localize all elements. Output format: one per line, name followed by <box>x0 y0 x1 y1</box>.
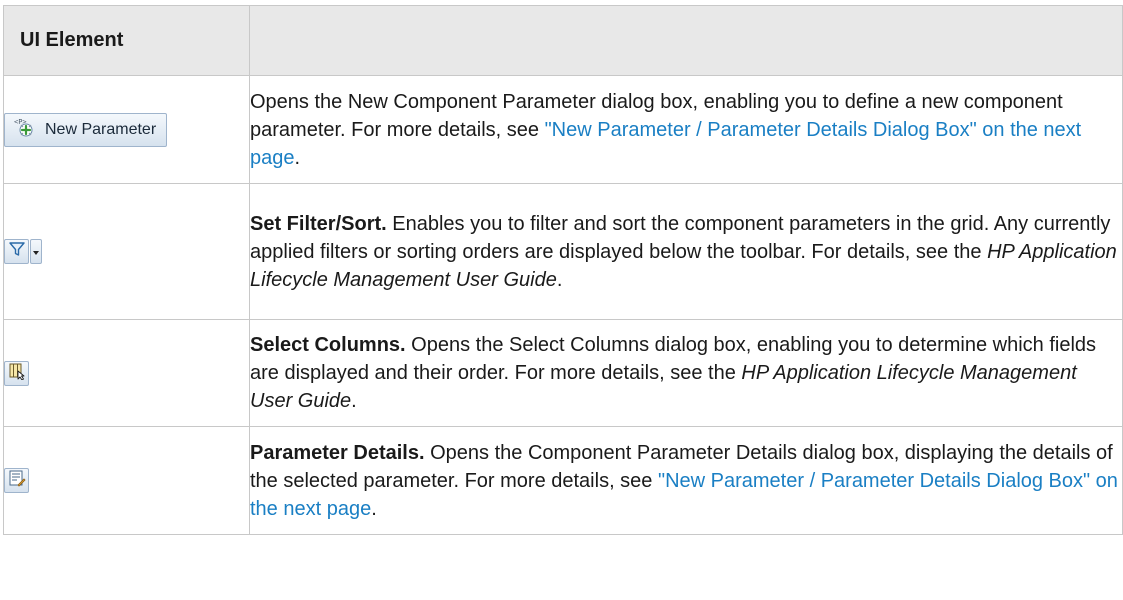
ui-element-table: UI Element <P> New Parameter Opens the N… <box>3 5 1123 535</box>
new-parameter-label: New Parameter <box>45 120 157 138</box>
ui-element-cell <box>3 319 250 427</box>
ui-element-cell: <P> New Parameter <box>3 75 250 184</box>
filter-icon <box>8 240 26 263</box>
dropdown-arrow-icon <box>32 243 40 261</box>
new-parameter-button[interactable]: <P> New Parameter <box>4 112 168 147</box>
header-ui-element: UI Element <box>3 5 250 76</box>
table-row: Parameter Details. Opens the Component P… <box>3 426 1123 535</box>
select-columns-button[interactable] <box>4 360 29 386</box>
filter-dropdown-button[interactable] <box>30 239 42 264</box>
table-row: Set Filter/Sort. Enables you to filter a… <box>3 183 1123 320</box>
table-row: <P> New Parameter Opens the New Componen… <box>3 75 1123 184</box>
new-parameter-icon: <P> <box>13 116 35 143</box>
parameter-details-button[interactable] <box>4 468 29 493</box>
ui-element-cell <box>3 183 250 320</box>
set-filter-sort-button[interactable] <box>4 239 29 264</box>
description-cell: Select Columns. Opens the Select Columns… <box>249 319 1123 427</box>
select-columns-icon <box>8 362 26 385</box>
parameter-details-icon <box>8 469 26 492</box>
description-cell: Set Filter/Sort. Enables you to filter a… <box>249 183 1123 320</box>
ui-element-cell <box>3 426 250 535</box>
description-cell: Parameter Details. Opens the Component P… <box>249 426 1123 535</box>
header-description <box>249 5 1123 76</box>
table-header-row: UI Element <box>3 5 1123 76</box>
description-cell: Opens the New Component Parameter dialog… <box>249 75 1123 184</box>
set-filter-sort-control[interactable] <box>4 239 42 264</box>
table-row: Select Columns. Opens the Select Columns… <box>3 319 1123 427</box>
